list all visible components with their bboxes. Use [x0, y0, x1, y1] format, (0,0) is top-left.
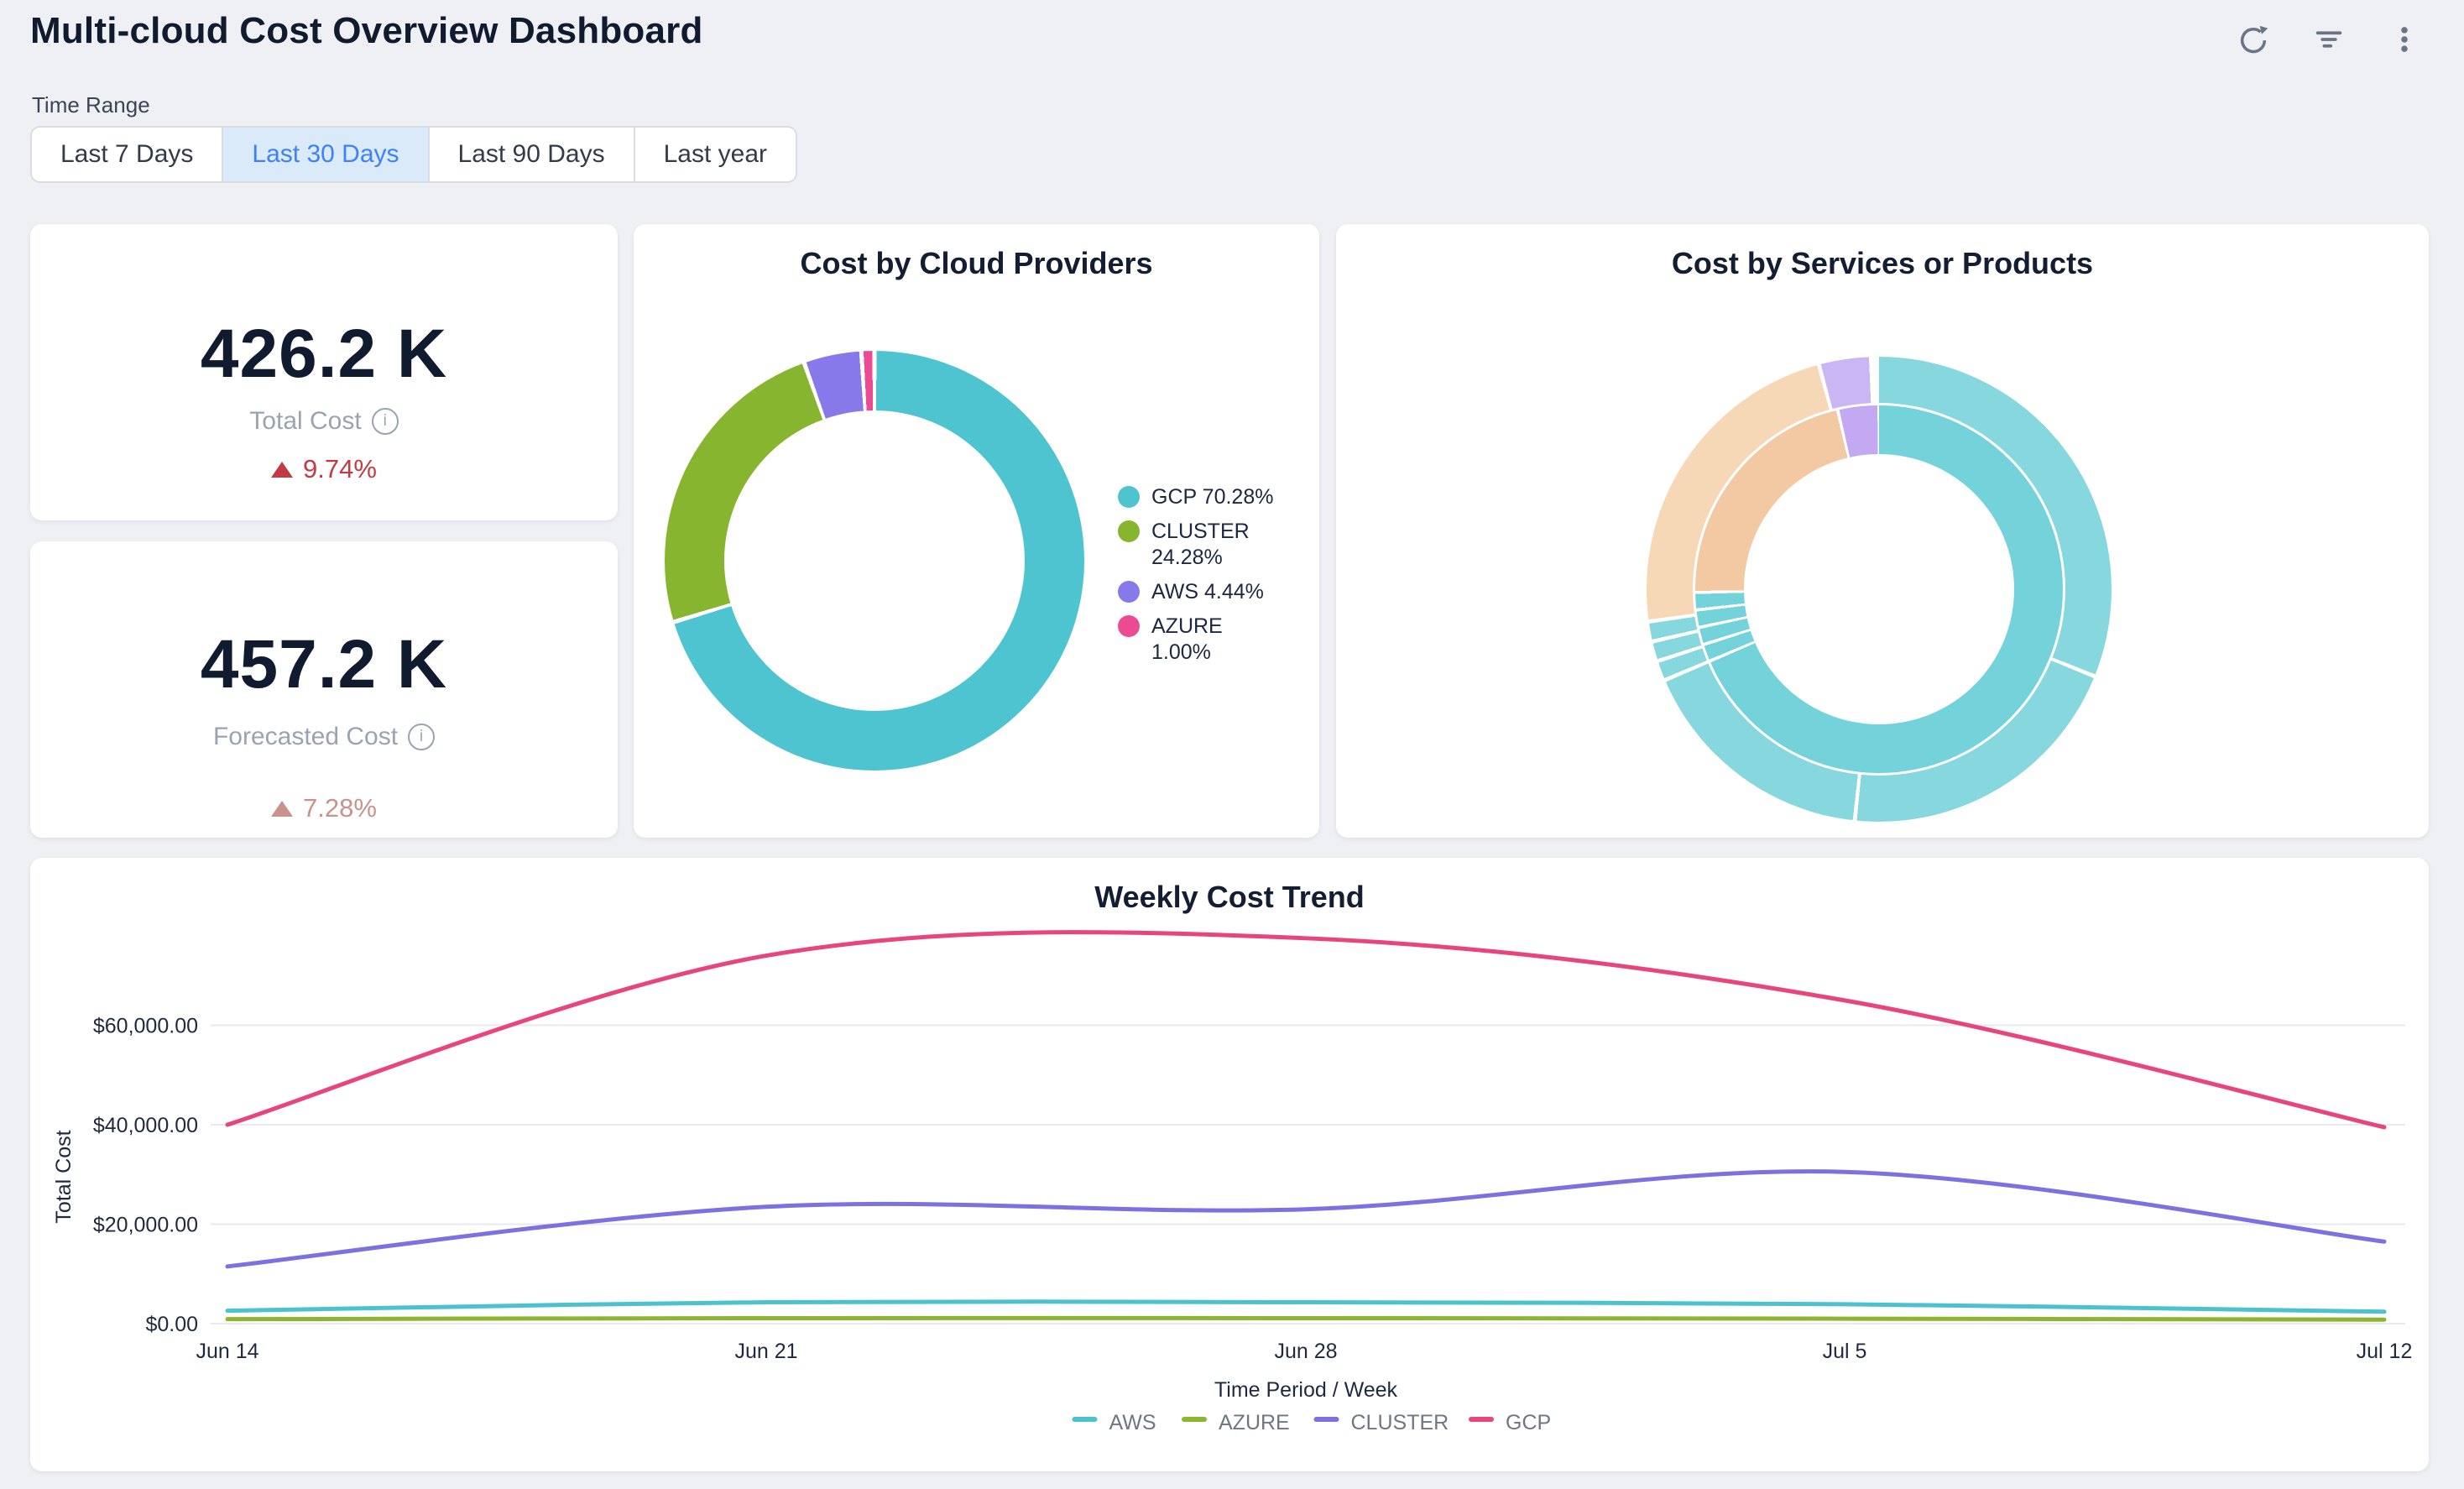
forecasted-cost-value: 457.2 K — [30, 625, 618, 704]
legend-item-cluster[interactable]: CLUSTER 24.28% — [1118, 519, 1286, 571]
providers-legend: GCP 70.28% CLUSTER 24.28% AWS 4.44% AZURE 1… — [1118, 484, 1286, 666]
page-title: Multi-cloud Cost Overview Dashboard — [30, 10, 703, 52]
filter-icon[interactable] — [2311, 22, 2347, 57]
svg-text:Jun 14: Jun 14 — [196, 1340, 258, 1363]
svg-text:AWS: AWS — [1109, 1411, 1156, 1434]
svg-text:AZURE: AZURE — [1219, 1411, 1290, 1434]
legend-item-aws[interactable]: AWS 4.44% — [1118, 579, 1286, 605]
legend-label: GCP 70.28% — [1151, 484, 1273, 510]
time-range-option-3[interactable]: Last year — [634, 128, 796, 181]
svg-text:GCP: GCP — [1506, 1411, 1551, 1434]
svg-text:$40,000.00: $40,000.00 — [93, 1114, 198, 1137]
dashboard-page: Multi-cloud Cost Overview Dashboard Time… — [0, 0, 2464, 1489]
legend-dot — [1118, 520, 1140, 542]
legend-item-azure[interactable]: AZURE 1.00% — [1118, 614, 1286, 666]
svg-text:CLUSTER: CLUSTER — [1351, 1411, 1449, 1434]
legend-item-gcp[interactable]: GCP 70.28% — [1118, 484, 1286, 510]
services-sunburst-chart[interactable] — [1647, 357, 2112, 822]
total-cost-delta: 9.74% — [30, 454, 618, 484]
total-cost-label: Total Cost i — [30, 407, 618, 436]
forecasted-cost-label: Forecasted Cost i — [30, 723, 618, 751]
total-cost-card: 426.2 K Total Cost i 9.74% — [30, 224, 618, 520]
time-range-group: Last 7 DaysLast 30 DaysLast 90 DaysLast … — [30, 126, 797, 183]
cost-by-services-card: Cost by Services or Products — [1336, 224, 2429, 838]
svg-text:Time Period / Week: Time Period / Week — [1214, 1378, 1398, 1402]
svg-text:Jul 5: Jul 5 — [1823, 1340, 1867, 1363]
time-range-option-1[interactable]: Last 30 Days — [222, 128, 427, 181]
svg-text:Jun 28: Jun 28 — [1274, 1340, 1337, 1363]
info-icon[interactable]: i — [372, 408, 399, 435]
legend-dot — [1118, 581, 1140, 603]
sunburst-hole — [1744, 454, 2014, 724]
svg-text:$20,000.00: $20,000.00 — [93, 1214, 198, 1237]
svg-text:$60,000.00: $60,000.00 — [93, 1015, 198, 1038]
svg-text:Jul 12: Jul 12 — [2357, 1340, 2413, 1363]
info-icon[interactable]: i — [408, 724, 435, 750]
svg-text:$0.00: $0.00 — [145, 1313, 198, 1336]
refresh-icon[interactable] — [2236, 22, 2271, 57]
kebab-menu-icon[interactable] — [2387, 22, 2422, 57]
donut-hole — [724, 410, 1025, 711]
legend-label: AWS 4.44% — [1151, 579, 1264, 605]
arrow-up-icon — [271, 801, 293, 817]
svg-text:Total Cost: Total Cost — [52, 1130, 76, 1223]
weekly-trend-card: Weekly Cost Trend $0.00$20,000.00$40,000… — [30, 858, 2429, 1471]
weekly-trend-chart[interactable]: $0.00 $20,000.00 $40,000.00 $60,000.00 Jun 1… — [30, 858, 2429, 1471]
forecasted-cost-card: 457.2 K Forecasted Cost i 7.28% — [30, 541, 618, 838]
svg-text:Jun 21: Jun 21 — [734, 1340, 797, 1363]
arrow-up-icon — [271, 462, 293, 478]
providers-donut-chart[interactable] — [665, 351, 1084, 771]
legend-label: AZURE 1.00% — [1151, 614, 1286, 666]
cost-by-providers-card: Cost by Cloud Providers GCP 70.28% CLUSTE… — [634, 224, 1319, 838]
time-range-label: Time Range — [32, 92, 150, 118]
providers-chart-title: Cost by Cloud Providers — [634, 246, 1319, 281]
header-actions — [2236, 22, 2422, 57]
legend-label: CLUSTER 24.28% — [1151, 519, 1286, 571]
legend-dot — [1118, 615, 1140, 637]
legend-dot — [1118, 486, 1140, 508]
time-range-option-0[interactable]: Last 7 Days — [32, 128, 222, 181]
services-chart-title: Cost by Services or Products — [1336, 246, 2429, 281]
forecasted-cost-delta: 7.28% — [30, 793, 618, 823]
total-cost-value: 426.2 K — [30, 315, 618, 394]
time-range-option-2[interactable]: Last 90 Days — [428, 128, 634, 181]
